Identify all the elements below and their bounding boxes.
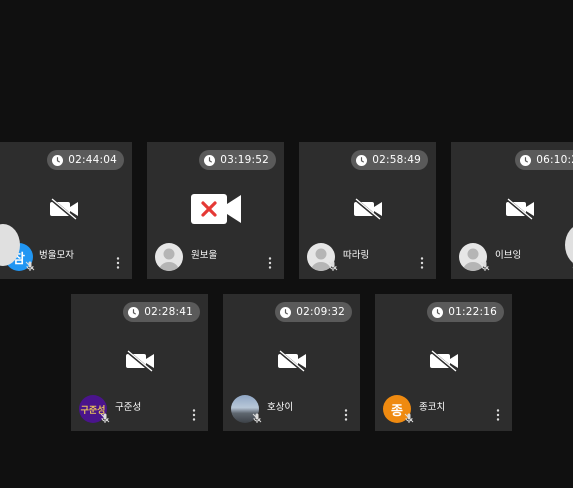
participant-tile[interactable]: 06:10:26 이브잉 xyxy=(451,142,573,279)
call-timer: 02:09:32 xyxy=(275,302,352,322)
call-timer-text: 06:10:26 xyxy=(536,154,573,166)
clock-icon xyxy=(432,306,444,318)
clock-icon xyxy=(356,154,368,166)
participant-tile[interactable]: 03:19:52 원보울 xyxy=(147,142,284,279)
video-call-grid: 02:44:04 참 벙울모자 03:19:52 원보울 02:58:49 따라… xyxy=(0,0,573,488)
more-vertical-icon[interactable] xyxy=(420,257,424,269)
video-off-icon xyxy=(49,198,78,220)
call-timer-text: 01:22:16 xyxy=(448,306,497,318)
video-error-icon xyxy=(190,194,241,224)
avatar xyxy=(155,243,183,271)
avatar-text: 종 xyxy=(391,403,403,419)
mic-off-icon xyxy=(404,413,414,423)
mic-off-icon xyxy=(480,261,490,271)
mic-off-icon xyxy=(328,261,338,271)
clock-icon xyxy=(520,154,532,166)
participant-tile[interactable]: 01:22:16 종 종코치 xyxy=(375,294,512,431)
participant-name: 종코치 xyxy=(419,402,446,413)
call-timer: 03:19:52 xyxy=(199,150,276,170)
mic-off-icon xyxy=(100,413,110,423)
participant-name: 따라링 xyxy=(343,250,370,261)
video-off-icon xyxy=(505,198,534,220)
participant-tile[interactable]: 02:28:41 구준성 구준성 xyxy=(71,294,208,431)
video-off-icon xyxy=(353,198,382,220)
call-timer: 06:10:26 xyxy=(515,150,573,170)
clock-icon xyxy=(204,154,216,166)
participant-tile[interactable]: 02:44:04 참 벙울모자 xyxy=(0,142,132,279)
more-vertical-icon[interactable] xyxy=(192,409,196,421)
call-timer: 02:28:41 xyxy=(123,302,200,322)
more-vertical-icon[interactable] xyxy=(116,257,120,269)
call-timer-text: 02:58:49 xyxy=(372,154,421,166)
participant-tile[interactable]: 02:58:49 따라링 xyxy=(299,142,436,279)
participant-name: 원보울 xyxy=(191,250,218,261)
call-timer-text: 02:28:41 xyxy=(144,306,193,318)
video-off-icon xyxy=(125,350,154,372)
call-timer: 02:58:49 xyxy=(351,150,428,170)
call-timer-text: 03:19:52 xyxy=(220,154,269,166)
call-timer-text: 02:44:04 xyxy=(68,154,117,166)
more-vertical-icon[interactable] xyxy=(268,257,272,269)
participant-name: 이브잉 xyxy=(495,250,522,261)
participant-name: 호상이 xyxy=(267,402,294,413)
mic-off-icon xyxy=(25,261,35,271)
participant-name: 구준성 xyxy=(115,402,142,413)
clock-icon xyxy=(128,306,140,318)
default-user-icon xyxy=(159,248,179,271)
clock-icon xyxy=(280,306,292,318)
call-timer: 01:22:16 xyxy=(427,302,504,322)
participant-name: 벙울모자 xyxy=(39,250,74,261)
more-vertical-icon[interactable] xyxy=(344,409,348,421)
call-timer: 02:44:04 xyxy=(47,150,124,170)
video-off-icon xyxy=(277,350,306,372)
more-vertical-icon[interactable] xyxy=(496,409,500,421)
call-timer-text: 02:09:32 xyxy=(296,306,345,318)
video-off-icon xyxy=(429,350,458,372)
clock-icon xyxy=(52,154,64,166)
participant-tile[interactable]: 02:09:32 호상이 xyxy=(223,294,360,431)
mic-off-icon xyxy=(252,413,262,423)
